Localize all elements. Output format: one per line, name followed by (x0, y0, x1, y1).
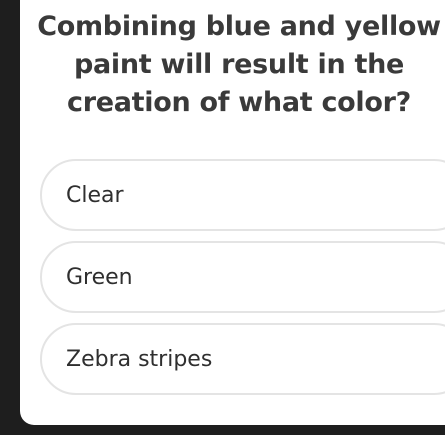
answer-option-label: Clear (66, 182, 124, 208)
question-card: Combining blue and yellow paint will res… (20, 0, 445, 425)
quiz-screen: Combining blue and yellow paint will res… (0, 0, 445, 435)
answer-option-clear[interactable]: Clear (40, 159, 445, 231)
answer-options: Clear Green Zebra stripes (40, 159, 445, 405)
answer-option-label: Green (66, 264, 133, 290)
answer-option-green[interactable]: Green (40, 241, 445, 313)
answer-option-label: Zebra stripes (66, 346, 213, 372)
question-text: Combining blue and yellow paint will res… (37, 11, 441, 118)
answer-option-zebra-stripes[interactable]: Zebra stripes (40, 323, 445, 395)
